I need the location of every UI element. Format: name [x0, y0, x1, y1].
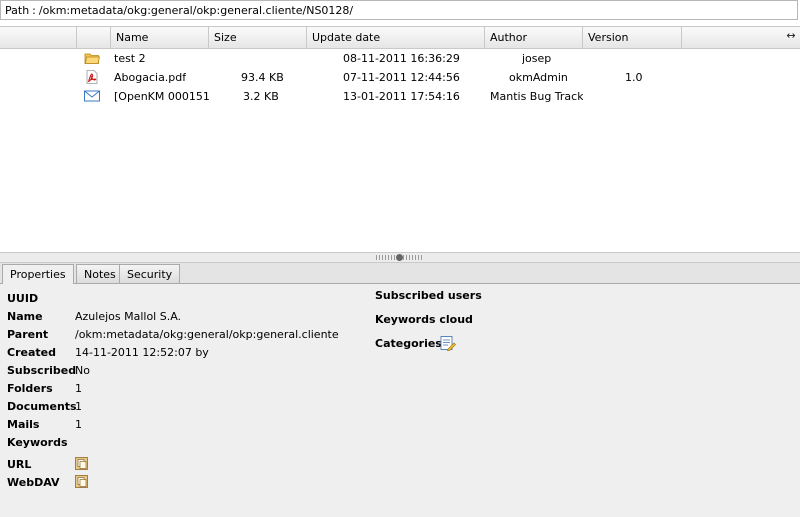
folders-label: Folders [7, 382, 53, 395]
folder-icon [84, 53, 100, 64]
row-name: [OpenKM 0001515] [114, 90, 209, 103]
row-author: okmAdmin [509, 71, 568, 84]
row-version: 1.0 [625, 71, 643, 84]
header-name[interactable]: Name [111, 27, 209, 48]
splitter-knob-icon[interactable] [396, 254, 403, 261]
documents-value: 1 [75, 400, 82, 413]
resize-columns-icon[interactable]: ↔ [784, 29, 798, 43]
properties-tab-bar: Properties Notes Security [0, 263, 800, 284]
properties-panel: UUID Name Azulejos Mallol S.A. Parent /o… [0, 284, 800, 517]
header-select-column[interactable] [0, 27, 77, 48]
pdf-icon [86, 70, 98, 84]
header-author[interactable]: Author [485, 27, 583, 48]
row-size: 3.2 KB [243, 90, 279, 103]
folders-value: 1 [75, 382, 82, 395]
tab-security[interactable]: Security [119, 264, 181, 283]
table-row[interactable]: test 2 08-11-2011 16:36:29 josep [0, 49, 800, 68]
row-size: 93.4 KB [241, 71, 284, 84]
row-author: josep [522, 52, 552, 65]
table-row[interactable]: Abogacia.pdf 93.4 KB 07-11-2011 12:44:56… [0, 68, 800, 87]
name-label: Name [7, 310, 43, 323]
keywords-cloud-label: Keywords cloud [375, 313, 473, 326]
row-name: test 2 [114, 52, 146, 65]
mail-icon [84, 90, 100, 102]
row-updated: 13-01-2011 17:54:16 [343, 90, 460, 103]
header-icon-column[interactable] [77, 27, 111, 48]
row-author: Mantis Bug Tracker [490, 90, 583, 103]
row-updated: 08-11-2011 16:36:29 [343, 52, 460, 65]
header-version[interactable]: Version [583, 27, 682, 48]
row-name: Abogacia.pdf [114, 71, 187, 84]
panel-splitter[interactable] [0, 253, 800, 263]
path-value: /okm:metadata/okg:general/okp:general.cl… [38, 3, 354, 17]
parent-label: Parent [7, 328, 49, 341]
subscribed-label: Subscribed [7, 364, 77, 377]
copy-webdav-icon[interactable] [75, 475, 88, 488]
tab-notes[interactable]: Notes [76, 264, 124, 283]
header-size[interactable]: Size [209, 27, 307, 48]
documents-label: Documents [7, 400, 77, 413]
name-value: Azulejos Mallol S.A. [75, 310, 182, 323]
webdav-label: WebDAV [7, 476, 60, 489]
mails-value: 1 [75, 418, 82, 431]
table-row[interactable]: [OpenKM 0001515] 3.2 KB 13-01-2011 17:54… [0, 87, 800, 106]
file-grid: Name Size Update date Author Version ↔ t… [0, 26, 800, 253]
created-value: 14-11-2011 12:52:07 by [75, 346, 209, 359]
mails-label: Mails [7, 418, 40, 431]
header-update-date[interactable]: Update date [307, 27, 485, 48]
subscribed-users-label: Subscribed users [375, 289, 482, 302]
uuid-label: UUID [7, 292, 39, 305]
path-label: Path [5, 3, 30, 17]
url-label: URL [7, 458, 32, 471]
tab-properties[interactable]: Properties [2, 264, 74, 284]
grid-header: Name Size Update date Author Version ↔ [0, 27, 800, 49]
path-separator: : [32, 3, 36, 17]
path-bar: Path : /okm:metadata/okg:general/okp:gen… [0, 0, 798, 20]
created-label: Created [7, 346, 56, 359]
row-updated: 07-11-2011 12:44:56 [343, 71, 460, 84]
parent-value: /okm:metadata/okg:general/okp:general.cl… [75, 328, 339, 341]
keywords-label: Keywords [7, 436, 68, 449]
edit-categories-icon[interactable] [440, 335, 456, 351]
copy-url-icon[interactable] [75, 457, 88, 470]
subscribed-value: No [75, 364, 90, 377]
categories-label: Categories [375, 337, 442, 350]
